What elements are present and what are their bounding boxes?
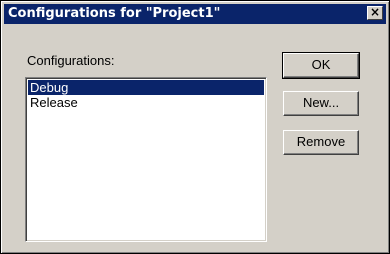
title-bar[interactable]: Configurations for "Project1" × bbox=[4, 4, 386, 24]
ok-button[interactable]: OK bbox=[282, 52, 360, 79]
dialog-title: Configurations for "Project1" bbox=[8, 6, 221, 21]
list-item-release[interactable]: Release bbox=[28, 95, 264, 110]
remove-button[interactable]: Remove bbox=[283, 130, 359, 155]
configurations-listbox[interactable]: Debug Release bbox=[25, 77, 267, 242]
close-button[interactable]: × bbox=[367, 6, 383, 20]
configurations-dialog: Configurations for "Project1" × Configur… bbox=[0, 0, 390, 254]
close-icon: × bbox=[369, 5, 381, 19]
new-button[interactable]: New... bbox=[283, 91, 359, 116]
configurations-label: Configurations: bbox=[27, 53, 115, 68]
list-item-debug[interactable]: Debug bbox=[28, 80, 264, 95]
